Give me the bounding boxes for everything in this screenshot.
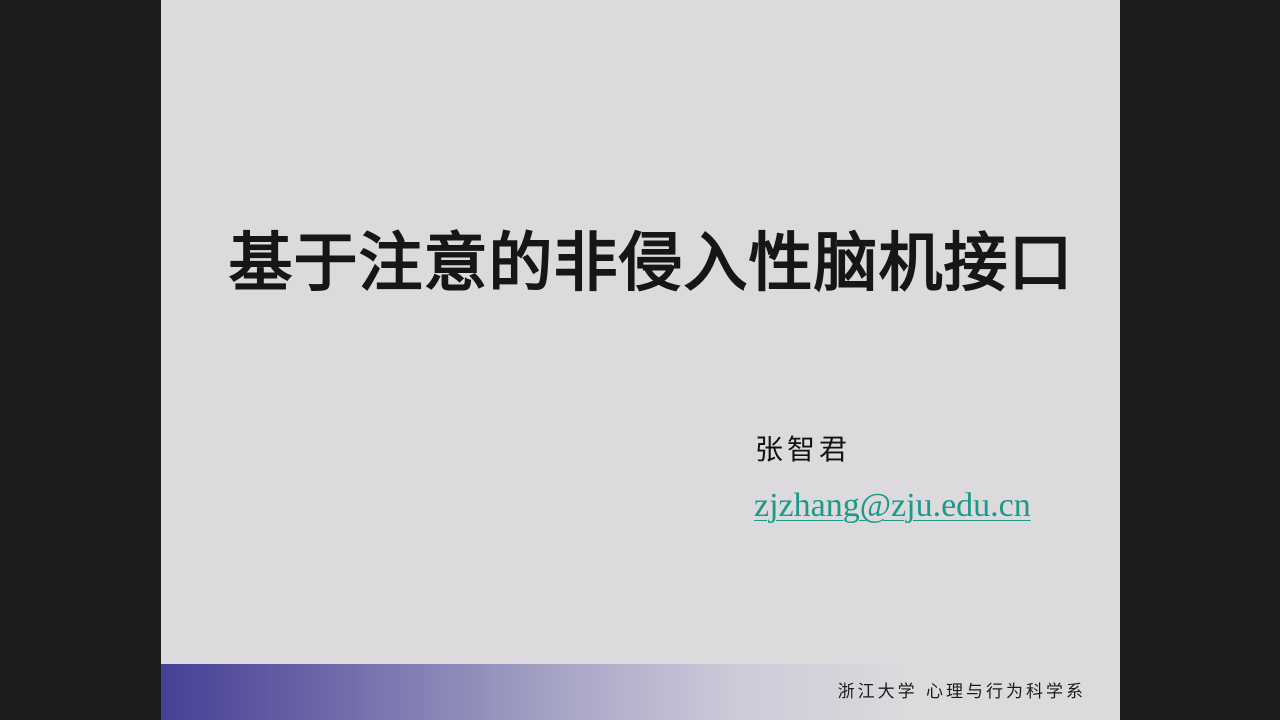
author-email-link[interactable]: zjzhang@zju.edu.cn [754,484,1031,528]
presentation-slide: 基于注意的非侵入性脑机接口 张智君 zjzhang@zju.edu.cn 浙江大… [161,0,1120,720]
footer-institution: 浙江大学 心理与行为科学系 [837,682,1086,702]
slide-title: 基于注意的非侵入性脑机接口 [228,227,1074,301]
video-frame: 基于注意的非侵入性脑机接口 张智君 zjzhang@zju.edu.cn 浙江大… [0,0,1280,720]
author-name: 张智君 [755,433,852,466]
